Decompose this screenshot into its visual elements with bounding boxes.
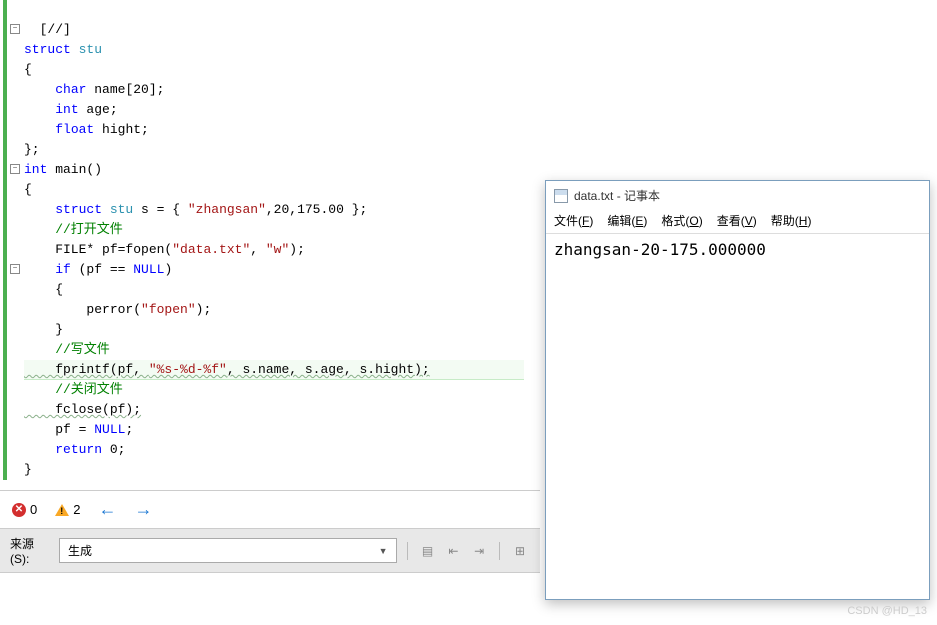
watermark: CSDN @HD_13 [847,605,927,617]
nav-back-button[interactable]: ← [98,499,116,520]
toolbar-icon-2[interactable]: ⇤ [443,541,463,561]
editor-gutter: − − − [0,0,22,490]
fold-toggle-if[interactable]: − [10,264,20,274]
menu-file[interactable]: 文件(F) [554,212,593,229]
chevron-down-icon: ▼ [379,546,388,556]
source-toolbar: 来源(S): 生成 ▼ ▤ ⇤ ⇥ ⊞ [0,528,540,573]
status-row: ✕ 0 2 ← → [0,491,540,528]
toolbar-icon-1[interactable]: ▤ [418,541,438,561]
notepad-menubar: 文件(F) 编辑(E) 格式(O) 查看(V) 帮助(H) [546,210,929,234]
error-icon: ✕ [12,503,26,517]
source-value: 生成 [68,542,92,559]
warning-icon [55,504,69,516]
source-dropdown[interactable]: 生成 ▼ [59,538,397,563]
fold-toggle-struct[interactable]: − [10,24,20,34]
error-count[interactable]: ✕ 0 [12,502,37,517]
menu-edit[interactable]: 编辑(E) [607,212,647,229]
code-editor[interactable]: − − − [//] struct stu { char name[20]; i… [0,0,540,490]
notepad-window[interactable]: data.txt - 记事本 文件(F) 编辑(E) 格式(O) 查看(V) 帮… [545,180,930,600]
code-content[interactable]: [//] struct stu { char name[20]; int age… [24,0,430,500]
toolbar-icon-3[interactable]: ⇥ [469,541,489,561]
source-label: 来源(S): [10,535,53,566]
bottom-panel: ✕ 0 2 ← → 来源(S): 生成 ▼ ▤ ⇤ ⇥ ⊞ [0,490,540,625]
fold-toggle-main[interactable]: − [10,164,20,174]
menu-view[interactable]: 查看(V) [717,212,757,229]
separator [499,542,500,560]
notepad-titlebar[interactable]: data.txt - 记事本 [546,181,929,210]
separator [407,542,408,560]
menu-help[interactable]: 帮助(H) [771,212,812,229]
toolbar-icon-4[interactable]: ⊞ [510,541,530,561]
notepad-content[interactable]: zhangsan-20-175.000000 [546,234,929,265]
notepad-icon [554,189,568,203]
notepad-title-text: data.txt - 记事本 [574,187,660,204]
nav-forward-button[interactable]: → [134,499,152,520]
warning-count[interactable]: 2 [55,502,80,517]
kw: struct [24,42,71,57]
menu-format[interactable]: 格式(O) [661,212,702,229]
code-line: [//] [24,22,71,37]
